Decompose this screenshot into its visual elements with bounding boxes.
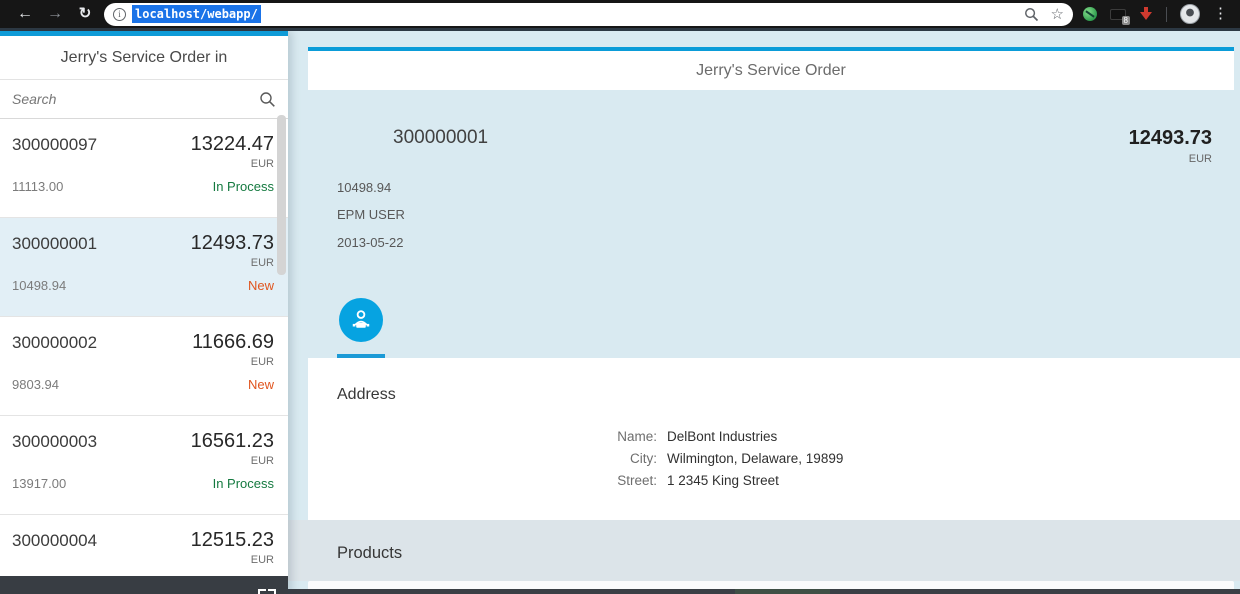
- order-currency: EUR: [250, 455, 274, 467]
- browser-toolbar: ← → ↻ i localhost/webapp/ ☆ 8 ⋮: [0, 0, 1240, 28]
- address-row-city: City: Wilmington, Delaware, 19899: [308, 448, 1240, 470]
- products-section: Products: [288, 520, 1240, 581]
- list-item[interactable]: 300000002 11666.69 EUR 9803.94 New: [0, 317, 288, 416]
- list-item[interactable]: 300000097 13224.47 EUR 11113.00 In Proce…: [0, 119, 288, 218]
- address-section: Address Name: DelBont Industries City: W…: [308, 358, 1240, 520]
- order-secondary-amount: 13917.00: [12, 476, 67, 491]
- order-secondary-amount: 9803.94: [12, 377, 59, 392]
- status-badge: New: [247, 377, 274, 392]
- forward-icon[interactable]: →: [40, 0, 70, 28]
- order-currency: EUR: [250, 356, 274, 368]
- green-extension-icon[interactable]: [1083, 7, 1097, 21]
- dark-extension-icon[interactable]: 8: [1110, 8, 1130, 25]
- master-footer-bar: [0, 576, 288, 594]
- address-row-name: Name: DelBont Industries: [308, 426, 1240, 448]
- app-window: Jerry's Service Order in 300000097 13224…: [0, 28, 1240, 594]
- field-value: 1 2345 King Street: [667, 473, 779, 488]
- tab-customer[interactable]: [339, 298, 383, 342]
- list-item-selected[interactable]: 300000001 12493.73 EUR 10498.94 New: [0, 218, 288, 317]
- bookmark-star-icon[interactable]: ☆: [1051, 3, 1064, 26]
- field-value: Wilmington, Delaware, 19899: [667, 451, 844, 466]
- zoom-icon[interactable]: [1024, 7, 1039, 22]
- order-amount: 13224.47: [190, 133, 274, 155]
- field-label: Name:: [617, 429, 657, 444]
- page-info-icon[interactable]: i: [113, 7, 126, 21]
- master-title: Jerry's Service Order in: [0, 36, 288, 80]
- search-icon[interactable]: [259, 91, 276, 108]
- customer-icon: [352, 310, 370, 328]
- extension-area: 8 ⋮: [1083, 0, 1230, 28]
- order-amount: 11666.69: [192, 331, 274, 353]
- status-badge: In Process: [212, 476, 274, 491]
- order-amount: 12515.23: [190, 529, 274, 551]
- detail-panel: Jerry's Service Order 300000001 12493.73…: [288, 31, 1240, 594]
- detail-attribute-net: 10498.94: [337, 180, 392, 195]
- back-icon[interactable]: ←: [10, 0, 40, 28]
- address-heading: Address: [337, 386, 396, 403]
- detail-footer-bar: [288, 589, 1240, 594]
- order-id: 300000001: [12, 234, 98, 253]
- detail-order-currency: EUR: [1188, 153, 1212, 165]
- order-list: 300000097 13224.47 EUR 11113.00 In Proce…: [0, 119, 288, 594]
- products-heading: Products: [337, 544, 403, 562]
- order-currency: EUR: [250, 257, 274, 269]
- detail-page-title: Jerry's Service Order: [308, 47, 1234, 90]
- address-row-street: Street: 1 2345 King Street: [308, 470, 1240, 492]
- order-id: 300000003: [12, 432, 98, 451]
- url-bar[interactable]: i localhost/webapp/ ☆: [104, 2, 1073, 26]
- search-input[interactable]: [12, 91, 259, 107]
- list-item[interactable]: 300000003 16561.23 EUR 13917.00 In Proce…: [0, 416, 288, 515]
- order-id: 300000097: [12, 135, 98, 154]
- search-field[interactable]: [0, 80, 288, 119]
- detail-attribute-user: EPM USER: [337, 207, 405, 222]
- order-currency: EUR: [250, 158, 274, 170]
- full-screen-icon[interactable]: [258, 589, 276, 594]
- status-badge: New: [247, 278, 274, 293]
- scrollbar-thumb[interactable]: [277, 115, 286, 275]
- detail-attribute-date: 2013-05-22: [337, 235, 404, 250]
- detail-amount-block: 12493.73 EUR: [1129, 125, 1212, 166]
- order-secondary-amount: 10498.94: [12, 278, 67, 293]
- status-badge: In Process: [212, 179, 274, 194]
- order-id: 300000004: [12, 531, 98, 550]
- footer-button-partial[interactable]: [735, 589, 830, 594]
- profile-avatar[interactable]: [1180, 4, 1200, 24]
- url-text[interactable]: localhost/webapp/: [132, 5, 261, 23]
- address-form: Name: DelBont Industries City: Wilmingto…: [308, 426, 1240, 492]
- order-id: 300000002: [12, 333, 98, 352]
- field-label: Street:: [617, 473, 657, 488]
- reload-icon[interactable]: ↻: [70, 0, 100, 28]
- detail-order-id: 300000001: [393, 127, 489, 148]
- field-value: DelBont Industries: [667, 429, 778, 444]
- order-amount: 12493.73: [190, 232, 274, 254]
- master-panel: Jerry's Service Order in 300000097 13224…: [0, 31, 288, 594]
- order-secondary-amount: 11113.00: [12, 179, 64, 194]
- order-amount: 16561.23: [190, 430, 274, 452]
- red-download-extension-icon[interactable]: [1139, 7, 1153, 21]
- toolbar-divider: [1166, 6, 1167, 22]
- browser-menu-icon[interactable]: ⋮: [1213, 0, 1228, 28]
- products-table-edge: [308, 581, 1234, 589]
- detail-order-amount: 12493.73: [1128, 127, 1212, 149]
- order-currency: EUR: [250, 554, 274, 566]
- field-label: City:: [630, 451, 657, 466]
- extension-badge: 8: [1121, 15, 1130, 25]
